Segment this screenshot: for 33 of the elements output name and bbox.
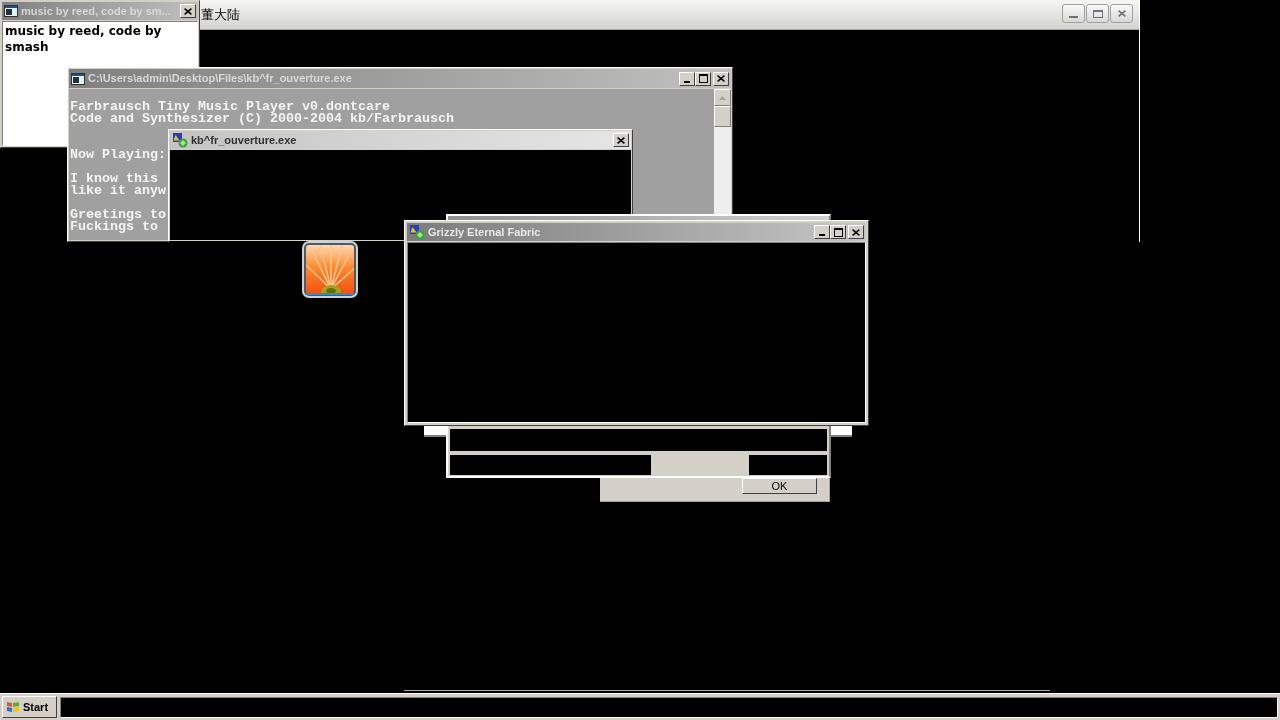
maximize-icon xyxy=(833,227,843,237)
window-icon xyxy=(71,72,85,85)
flower-picture-icon[interactable] xyxy=(302,241,358,298)
console-line: Code and Synthesizer (C) 2000-2004 kb/Farbrausch xyxy=(70,113,454,125)
close-icon xyxy=(1117,10,1126,17)
minimize-icon xyxy=(1069,16,1078,18)
window-icon xyxy=(4,5,18,17)
up-arrow-icon xyxy=(719,95,726,100)
console-line: I know this xyxy=(70,173,158,185)
maximize-icon xyxy=(1092,9,1103,18)
close-icon xyxy=(617,136,625,144)
window-title: kb^fr_ouverture.exe xyxy=(191,134,298,146)
window-title: C:\Users\admin\Desktop\Files\kb^fr_ouverture.exe xyxy=(88,73,353,84)
window-title: 董大陆 xyxy=(201,8,240,21)
window-title: Grizzly Eternal Fabric xyxy=(428,226,542,238)
close-icon xyxy=(184,7,192,15)
start-button[interactable]: Start xyxy=(2,696,57,718)
minimize-icon xyxy=(684,80,690,83)
close-icon xyxy=(852,228,860,236)
maximize-icon xyxy=(698,74,708,83)
credits-text: music by reed, code by smash xyxy=(5,23,163,55)
ok-button[interactable]: OK xyxy=(742,478,817,494)
console-line: Farbrausch Tiny Music Player v0.dontcare xyxy=(70,101,390,113)
console-line: Greetings to xyxy=(70,209,166,221)
scroll-up-button[interactable] xyxy=(714,89,731,106)
program-icon xyxy=(172,132,188,148)
console-line: Now Playing: xyxy=(70,149,166,161)
console-line: like it anyw xyxy=(70,185,166,197)
scrollbar-thumb[interactable] xyxy=(714,106,731,127)
close-icon xyxy=(717,75,725,82)
flag-icon xyxy=(6,701,20,713)
console-line: Fuckings to xyxy=(70,221,158,233)
program-icon xyxy=(409,224,425,240)
